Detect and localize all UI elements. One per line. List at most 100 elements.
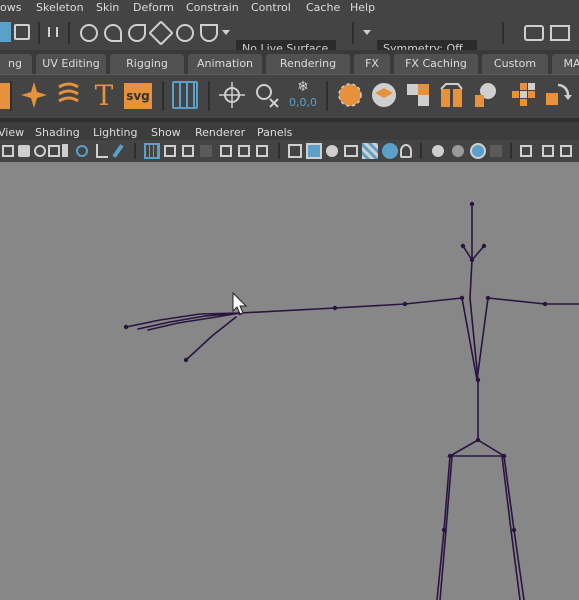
lasso-select-icon[interactable] <box>14 24 30 40</box>
center-pivot-icon[interactable] <box>218 81 246 109</box>
left-hand-bones <box>125 312 241 361</box>
snap-curve-icon[interactable] <box>104 24 122 42</box>
menu-help[interactable]: Help <box>350 0 375 15</box>
bevel-icon[interactable] <box>472 81 500 109</box>
tab-mash[interactable]: MA <box>552 54 579 74</box>
gate-mask-icon[interactable] <box>200 145 212 157</box>
menu-control[interactable]: Control <box>251 0 291 15</box>
panel-menu-lighting[interactable]: Lighting <box>93 123 137 140</box>
tab-fx-caching[interactable]: FX Caching <box>394 54 478 74</box>
mouse-cursor-icon <box>232 291 248 315</box>
camera-select-icon[interactable] <box>2 145 14 157</box>
grease-pencil-icon[interactable] <box>96 144 108 158</box>
status-line: No Live Surface Symmetry: Off <box>0 16 579 50</box>
tab-custom[interactable]: Custom <box>482 54 548 74</box>
all-lights-icon[interactable] <box>400 144 412 158</box>
divider-handle-icon[interactable] <box>48 27 58 37</box>
tab-rendering[interactable]: Rendering <box>266 54 350 74</box>
safe-title-icon[interactable] <box>256 145 268 157</box>
panel-menu-show[interactable]: Show <box>151 123 181 140</box>
panel-maximize-icon[interactable] <box>560 145 572 157</box>
delete-history-icon[interactable] <box>252 81 280 109</box>
image-plane-icon[interactable] <box>48 145 60 157</box>
star-shape-icon[interactable] <box>20 81 48 109</box>
menu-constrain[interactable]: Constrain <box>186 0 239 15</box>
right-arm-bones <box>487 297 579 305</box>
symmetry-field[interactable]: Symmetry: Off <box>377 40 477 50</box>
wireframe-icon[interactable] <box>288 144 302 158</box>
shelf-tab-bar: ng UV Editing Rigging Animation Renderin… <box>0 50 579 74</box>
smooth-grid-icon[interactable] <box>510 81 538 109</box>
plane-layers-icon[interactable] <box>370 81 398 109</box>
grid-toggle-icon[interactable] <box>144 143 160 159</box>
tab-animation[interactable]: Animation <box>188 54 262 74</box>
mirror-icon[interactable] <box>544 81 572 109</box>
left-arm-bones <box>239 297 463 314</box>
skeleton-joints[interactable] <box>0 162 579 600</box>
shelf-partial-icon[interactable] <box>0 83 10 109</box>
freeze-transforms-icon[interactable]: ❄ 0,0,0 <box>288 79 318 115</box>
panel-menu-shading[interactable]: Shading <box>35 123 80 140</box>
grid-layout-icon[interactable] <box>172 81 198 109</box>
combine-icon[interactable] <box>404 81 432 109</box>
snap-grid-icon[interactable] <box>80 24 98 42</box>
tab-fx[interactable]: FX <box>354 54 390 74</box>
menu-windows[interactable]: ows <box>0 0 21 15</box>
field-chart-icon[interactable] <box>220 145 232 157</box>
curve-sweep-icon[interactable] <box>56 81 82 109</box>
panel-toolbar <box>0 140 579 162</box>
shadows-icon[interactable] <box>432 145 444 157</box>
snap-view-plane-icon[interactable] <box>148 20 174 46</box>
symmetry-chevron-down-icon[interactable] <box>363 30 371 35</box>
menu-skin[interactable]: Skin <box>96 0 119 15</box>
bookmark-camera-icon[interactable] <box>34 145 46 157</box>
ambient-occlusion-icon[interactable] <box>452 145 464 157</box>
lighting-icon[interactable] <box>382 143 398 159</box>
resolution-gate-icon[interactable] <box>182 145 194 157</box>
pencil-icon[interactable] <box>112 144 124 158</box>
two-d-pan-icon[interactable] <box>76 145 88 157</box>
textured-icon[interactable] <box>344 145 358 157</box>
tab-uv-editing[interactable]: UV Editing <box>36 54 106 74</box>
panel-menu-view[interactable]: View <box>0 123 24 140</box>
panel-menu-renderer[interactable]: Renderer <box>195 123 245 140</box>
neck-bones <box>462 203 485 299</box>
svg-import-icon[interactable]: svg <box>124 83 152 109</box>
use-default-material-icon[interactable] <box>362 143 378 159</box>
render-view-icon[interactable] <box>524 25 544 41</box>
panel-menubar: View Shading Lighting Show Renderer Pane… <box>0 118 579 140</box>
main-menubar: ows Skeleton Skin Deform Constrain Contr… <box>0 0 579 16</box>
snap-options-chevron-down-icon[interactable] <box>222 30 230 35</box>
bookmark-icon[interactable] <box>62 144 68 157</box>
safe-action-icon[interactable] <box>238 145 250 157</box>
extrude-icon[interactable] <box>438 81 466 109</box>
panel-menu-panels[interactable]: Panels <box>257 123 292 140</box>
shelf: T svg ❄ 0,0,0 <box>0 74 579 118</box>
menu-skeleton[interactable]: Skeleton <box>36 0 84 15</box>
isolate-select-icon[interactable] <box>470 143 486 159</box>
smooth-shade-icon[interactable] <box>306 143 322 159</box>
xray-joints-icon[interactable] <box>520 145 532 157</box>
freeze-transforms-coords: 0,0,0 <box>289 96 317 109</box>
magnet-snap-icon[interactable] <box>200 24 218 42</box>
snap-point-icon[interactable] <box>128 24 146 42</box>
snap-live-surface-icon[interactable] <box>176 24 194 42</box>
menu-deform[interactable]: Deform <box>133 0 174 15</box>
panel-layout-icon[interactable] <box>542 145 554 157</box>
render-frame-icon[interactable] <box>550 25 570 41</box>
sphere-orange-icon[interactable] <box>336 81 364 109</box>
camera-attributes-icon[interactable] <box>18 145 30 157</box>
type-text-icon[interactable]: T <box>92 81 116 111</box>
right-leg-bones <box>501 455 525 600</box>
wireframe-on-shaded-icon[interactable] <box>326 145 338 157</box>
viewport-3d[interactable] <box>0 162 579 600</box>
x-ray-icon[interactable] <box>490 145 502 157</box>
select-tool-icon[interactable] <box>0 22 11 42</box>
menu-cache[interactable]: Cache <box>306 0 340 15</box>
spine-bones <box>461 297 489 441</box>
tab-rigging[interactable]: Rigging <box>110 54 184 74</box>
film-gate-icon[interactable] <box>164 145 176 157</box>
live-surface-field[interactable]: No Live Surface <box>236 40 336 50</box>
tab-modeling[interactable]: ng <box>0 54 32 74</box>
hip-bones <box>446 439 507 457</box>
